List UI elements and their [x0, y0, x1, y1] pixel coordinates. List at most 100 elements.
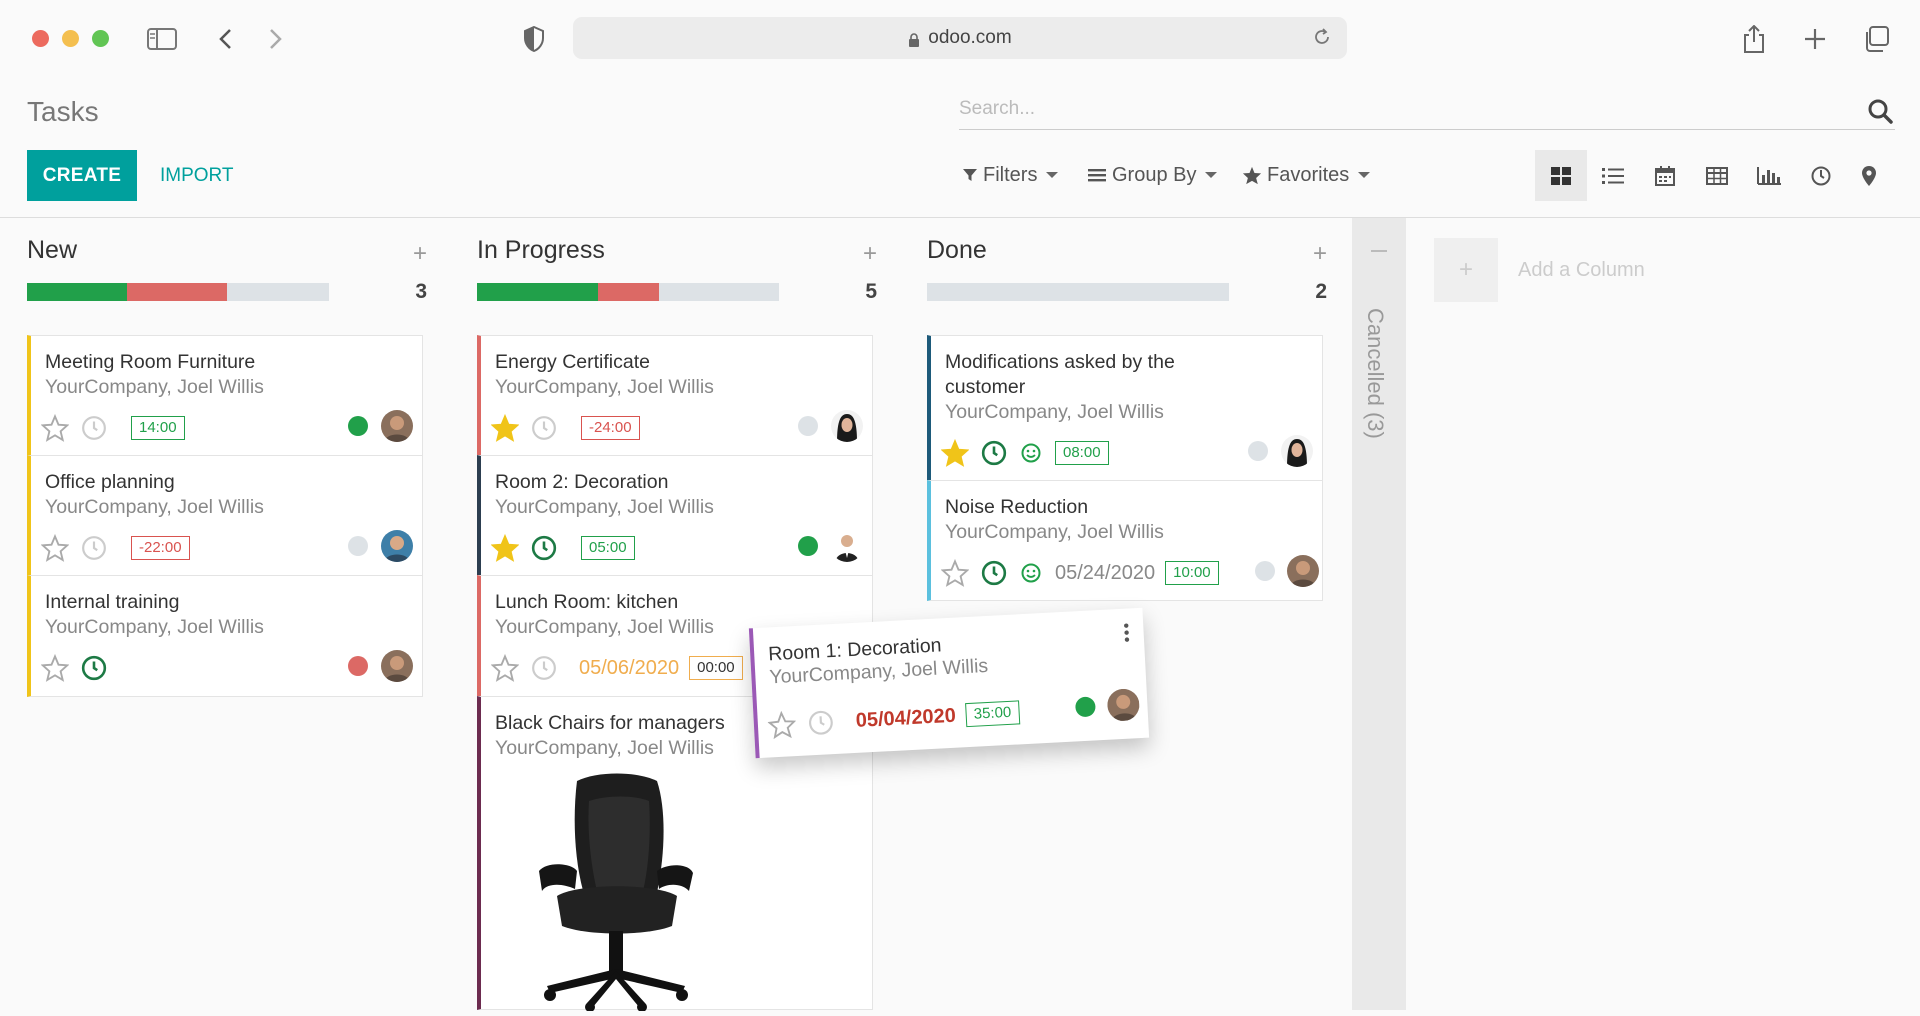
column-progress-bar[interactable] [477, 283, 779, 301]
folded-column-cancelled[interactable]: Cancelled (3) [1352, 218, 1406, 1010]
planned-hours-badge: 00:00 [689, 656, 743, 680]
pivot-view-button[interactable] [1691, 150, 1743, 201]
kanban-state-indicator[interactable] [348, 416, 368, 436]
add-column[interactable]: + Add a Column [1434, 238, 1645, 302]
create-button[interactable]: CREATE [27, 150, 137, 201]
fold-indicator [1371, 250, 1387, 252]
avatar[interactable] [1281, 435, 1313, 467]
column-count: 3 [415, 280, 427, 303]
back-icon[interactable] [209, 22, 243, 56]
column-count: 5 [865, 280, 877, 303]
share-icon[interactable] [1737, 22, 1771, 56]
kanban-state-indicator[interactable] [798, 536, 818, 556]
star-outline-icon[interactable] [41, 654, 69, 682]
avatar[interactable] [1287, 555, 1319, 587]
search-icon[interactable] [1867, 98, 1893, 129]
new-tab-icon[interactable] [1798, 22, 1832, 56]
avatar[interactable] [381, 410, 413, 442]
address-bar[interactable]: odoo.com [573, 17, 1347, 59]
activity-clock-icon[interactable] [981, 440, 1007, 466]
import-button[interactable]: IMPORT [150, 150, 244, 201]
kanban-view-button[interactable] [1535, 150, 1587, 201]
shield-icon[interactable] [517, 22, 551, 56]
forward-icon[interactable] [258, 22, 292, 56]
activity-clock-icon[interactable] [81, 415, 107, 441]
star-filled-icon[interactable] [491, 414, 519, 442]
graph-view-button[interactable] [1743, 150, 1795, 201]
sidebar-toggle-icon[interactable] [145, 22, 179, 56]
calendar-view-button[interactable] [1639, 150, 1691, 201]
dragged-kanban-card[interactable]: Room 1: Decoration YourCompany, Joel Wil… [748, 607, 1150, 759]
planned-hours-badge: 05:00 [581, 536, 635, 560]
filters-dropdown[interactable]: Filters [962, 160, 1059, 190]
kanban-state-indicator[interactable] [348, 536, 368, 556]
activity-clock-icon[interactable] [531, 535, 557, 561]
activity-view-button[interactable] [1795, 150, 1847, 201]
kanban-card[interactable]: Internal training YourCompany, Joel Will… [27, 575, 423, 697]
activity-clock-icon[interactable] [81, 535, 107, 561]
star-outline-icon[interactable] [41, 534, 69, 562]
kanban-card[interactable]: Energy Certificate YourCompany, Joel Wil… [477, 335, 873, 456]
kanban-state-indicator[interactable] [348, 656, 368, 676]
star-filled-icon[interactable] [941, 439, 969, 467]
kanban-card[interactable]: Modifications asked by the customer Your… [927, 335, 1323, 481]
activity-clock-icon[interactable] [531, 415, 557, 441]
card-subtitle: YourCompany, Joel Willis [945, 521, 1164, 543]
progress-green-segment[interactable] [27, 283, 127, 301]
filter-icon [963, 169, 977, 181]
column-title: Done [927, 236, 987, 264]
deadline-date: 05/06/2020 [579, 656, 680, 679]
activity-clock-icon[interactable] [981, 560, 1007, 586]
activity-clock-icon[interactable] [531, 655, 557, 681]
column-progress-bar[interactable] [27, 283, 329, 301]
deadline-date: 05/04/2020 [855, 704, 957, 732]
column-progress-bar[interactable] [927, 283, 1229, 301]
reload-icon[interactable] [1313, 28, 1331, 52]
kanban-state-indicator[interactable] [1074, 696, 1096, 718]
quick-create-button[interactable]: + [413, 240, 427, 268]
group-by-label: Group By [1112, 163, 1197, 186]
clock-icon [1811, 166, 1831, 185]
kanban-card[interactable]: Room 2: Decoration YourCompany, Joel Wil… [477, 455, 873, 576]
star-filled-icon[interactable] [491, 534, 519, 562]
quick-create-button[interactable]: + [863, 240, 877, 268]
tab-overview-icon[interactable] [1859, 22, 1893, 56]
kanban-icon [1551, 166, 1571, 185]
close-window-button[interactable] [32, 30, 49, 47]
avatar[interactable] [831, 530, 863, 562]
favorites-dropdown[interactable]: Favorites [1242, 160, 1371, 190]
star-outline-icon[interactable] [41, 414, 69, 442]
star-outline-icon[interactable] [491, 654, 519, 682]
star-outline-icon[interactable] [767, 710, 797, 740]
kanban-card[interactable]: Meeting Room Furniture YourCompany, Joel… [27, 335, 423, 456]
column-count: 2 [1315, 280, 1327, 303]
minimize-window-button[interactable] [62, 30, 79, 47]
quick-create-button[interactable]: + [1313, 240, 1327, 268]
progress-green-segment[interactable] [477, 283, 598, 301]
list-icon [1602, 167, 1624, 184]
map-view-button[interactable] [1843, 150, 1895, 201]
progress-red-segment[interactable] [598, 283, 659, 301]
kanban-state-indicator[interactable] [1255, 561, 1275, 581]
zoom-window-button[interactable] [92, 30, 109, 47]
kanban-state-indicator[interactable] [1248, 441, 1268, 461]
search-input[interactable] [959, 94, 1839, 124]
kanban-state-indicator[interactable] [798, 416, 818, 436]
star-icon [1242, 166, 1262, 184]
activity-clock-icon[interactable] [81, 655, 107, 681]
kanban-card[interactable]: Noise Reduction YourCompany, Joel Willis… [927, 480, 1323, 601]
avatar[interactable] [381, 650, 413, 682]
card-menu-icon[interactable] [1123, 622, 1130, 647]
progress-red-segment[interactable] [127, 283, 227, 301]
smiley-icon [1021, 443, 1041, 463]
kanban-card[interactable]: Office planning YourCompany, Joel Willis… [27, 455, 423, 576]
avatar[interactable] [831, 410, 863, 442]
card-title: Office planning [45, 471, 175, 493]
list-view-button[interactable] [1587, 150, 1639, 201]
avatar[interactable] [1106, 688, 1141, 722]
activity-clock-icon[interactable] [807, 709, 834, 736]
group-by-dropdown[interactable]: Group By [1088, 160, 1218, 190]
card-title: Lunch Room: kitchen [495, 591, 679, 613]
avatar[interactable] [381, 530, 413, 562]
star-outline-icon[interactable] [941, 559, 969, 587]
